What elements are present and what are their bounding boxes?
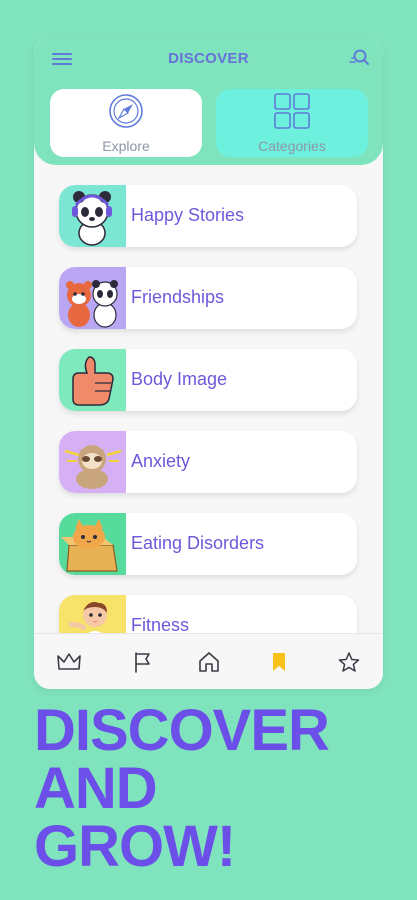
panda-headphones-icon — [59, 185, 126, 247]
list-item[interactable]: Body Image — [59, 349, 357, 411]
list-item[interactable]: Friendships — [59, 267, 357, 329]
home-icon[interactable] — [196, 650, 222, 674]
tab-categories-label: Categories — [258, 138, 326, 154]
list-item[interactable]: Anxiety — [59, 431, 357, 493]
category-label: Anxiety — [131, 451, 191, 471]
page-title: DISCOVER — [168, 50, 249, 67]
grid-icon — [273, 92, 311, 130]
list-item[interactable]: Happy Stories — [59, 185, 357, 247]
headline-line-1: DISCOVER — [34, 698, 330, 763]
star-icon[interactable] — [336, 650, 362, 674]
bottom-navigation — [34, 633, 383, 689]
app-screen: DISCOVER Explore Categories Happy Storie… — [34, 37, 383, 689]
list-item[interactable]: Eating Disorders — [59, 513, 357, 575]
tab-categories[interactable]: Categories — [216, 89, 368, 157]
category-label: Happy Stories — [131, 205, 245, 225]
headline-line-2: AND — [34, 756, 158, 821]
promo-headline: DISCOVER AND GROW! — [34, 702, 404, 876]
flag-icon[interactable] — [130, 650, 156, 674]
category-label: Friendships — [131, 287, 225, 307]
thumbs-up-icon — [59, 349, 126, 411]
red-panda-and-panda-icon — [59, 267, 126, 329]
category-label: Body Image — [131, 369, 228, 389]
sloth-meditating-icon — [59, 431, 126, 493]
header-panel: DISCOVER Explore Categories — [34, 37, 383, 165]
tab-explore[interactable]: Explore — [50, 89, 202, 157]
crown-icon[interactable] — [56, 650, 82, 674]
bookmark-icon[interactable] — [266, 650, 292, 674]
compass-icon — [107, 92, 145, 130]
tab-explore-label: Explore — [102, 138, 150, 154]
search-icon[interactable] — [348, 47, 370, 69]
headline-line-3: GROW! — [34, 814, 236, 879]
cat-in-box-icon — [59, 513, 126, 575]
category-label: Eating Disorders — [131, 533, 265, 553]
